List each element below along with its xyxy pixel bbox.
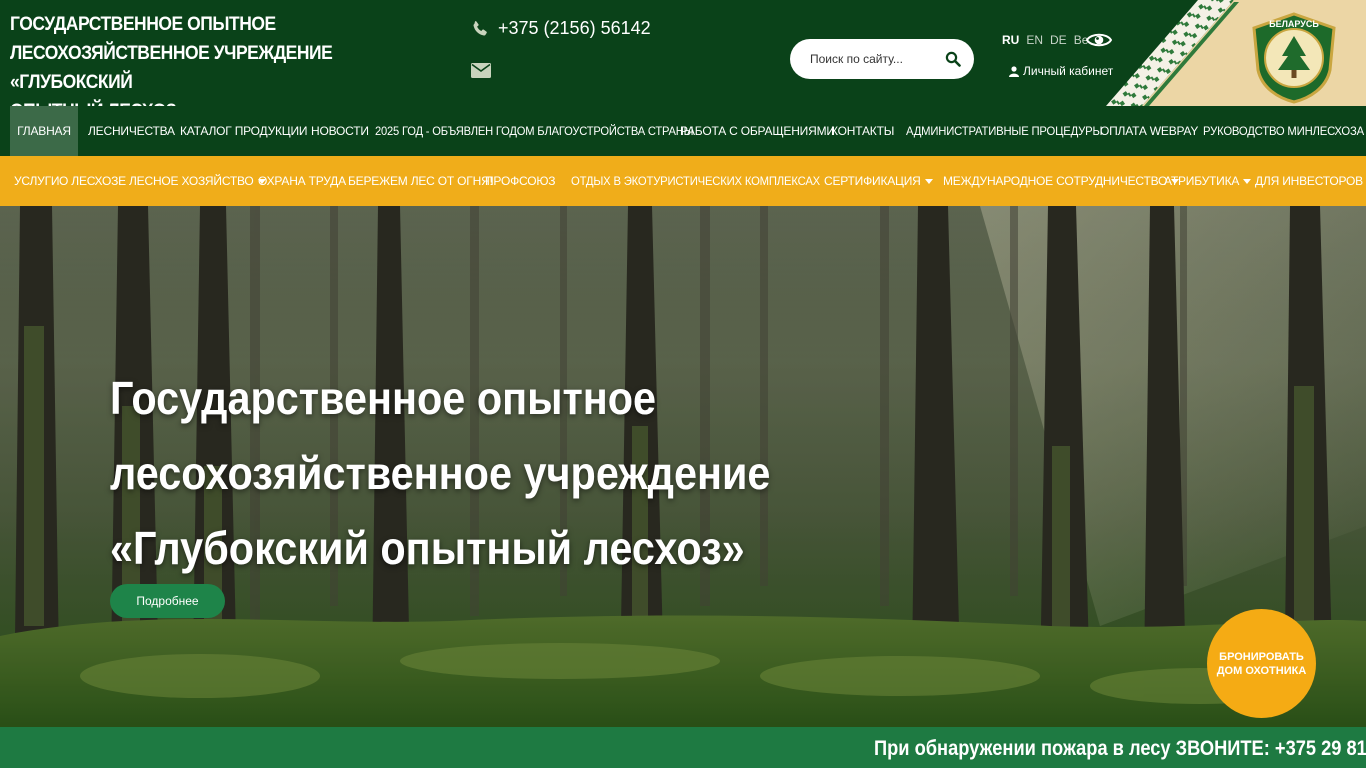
lang-en[interactable]: EN [1026, 33, 1043, 47]
nav-news[interactable]: Новости [311, 106, 369, 156]
language-switcher: RU EN DE Be [1002, 33, 1088, 47]
book-hunter-house-button[interactable]: Бронировать дом охотника [1207, 609, 1316, 718]
search-box [790, 39, 974, 79]
mail-link[interactable] [471, 63, 651, 83]
contacts-block: +375 (2156) 56142 [471, 18, 651, 83]
caret-down-icon [1243, 179, 1252, 184]
nav-year-2025[interactable]: 2025 год - объявлен Годом благоустройств… [375, 106, 694, 156]
hero-banner: Государственное опытное лесохозяйственно… [0, 206, 1366, 727]
mail-icon [471, 63, 491, 78]
personal-cabinet-link[interactable]: Личный кабинет [1009, 64, 1113, 78]
nav-labor-safety[interactable]: Охрана труда [258, 156, 346, 206]
nav-about[interactable]: О лесхозе [59, 156, 126, 206]
ticker-text: При обнаружении пожара в лесу ЗВОНИТЕ: +… [874, 737, 1366, 760]
nav-international[interactable]: Международное сотрудничество [943, 156, 1180, 206]
nav-trade-union[interactable]: Профсоюз [485, 156, 556, 206]
nav-attributes[interactable]: Атрибутика [1164, 156, 1252, 206]
nav-certification-label: Сертификация [824, 174, 921, 188]
nav-ministry-leadership[interactable]: Руководство Минлесхоза [1203, 106, 1364, 156]
nav-contacts[interactable]: Контакты [831, 106, 894, 156]
caret-down-icon [924, 179, 933, 184]
nav-forestries[interactable]: Лесничества [88, 106, 175, 156]
lang-ru[interactable]: RU [1002, 33, 1019, 47]
nav-forest-management[interactable]: Лесное хозяйство [129, 156, 266, 206]
nav-appeals[interactable]: Работа с обращениями [680, 106, 835, 156]
nav-forest-management-label: Лесное хозяйство [129, 174, 254, 188]
book-button-label: Бронировать дом охотника [1216, 650, 1307, 677]
search-input[interactable] [810, 52, 940, 66]
phone-number: +375 (2156) 56142 [498, 18, 651, 38]
more-button[interactable]: Подробнее [110, 584, 225, 618]
phone-link[interactable]: +375 (2156) 56142 [471, 18, 651, 39]
site-header: ГОСУДАРСТВЕННОЕ ОПЫТНОЕ ЛЕСОХОЗЯЙСТВЕННО… [0, 0, 1366, 122]
nav-certification[interactable]: Сертификация [824, 156, 933, 206]
nav-administrative-procedures[interactable]: Административные процедуры [906, 106, 1102, 156]
forestry-emblem: БЕЛАРУСЬ [1252, 12, 1336, 104]
hero-title: Государственное опытное лесохозяйственно… [110, 372, 771, 574]
nav-fire-protection[interactable]: Бережем лес от огня! [348, 156, 493, 206]
cabinet-label: Личный кабинет [1023, 64, 1114, 78]
nav-product-catalog[interactable]: Каталог продукции [180, 106, 308, 156]
nav-home[interactable]: Главная [10, 106, 78, 156]
nav-international-label: Международное сотрудничество [943, 174, 1168, 188]
fire-alert-ticker: При обнаружении пожара в лесу ЗВОНИТЕ: +… [0, 727, 1366, 768]
nav-investors[interactable]: Для инвесторов [1255, 156, 1363, 206]
secondary-navigation: Услуги О лесхозе Лесное хозяйство Охрана… [0, 156, 1366, 206]
user-icon [1009, 65, 1019, 77]
nav-services[interactable]: Услуги [14, 156, 60, 206]
phone-icon [473, 20, 487, 36]
search-icon[interactable] [945, 51, 961, 67]
lang-de[interactable]: DE [1050, 33, 1067, 47]
nav-attributes-label: Атрибутика [1164, 174, 1240, 188]
nav-eco-tourism[interactable]: Отдых в экотуристических комплексах [571, 156, 820, 206]
nav-webpay[interactable]: Оплата WEBPAY [1100, 106, 1198, 156]
svg-text:БЕЛАРУСЬ: БЕЛАРУСЬ [1269, 19, 1319, 29]
primary-navigation: Главная Лесничества Каталог продукции Но… [0, 106, 1366, 156]
